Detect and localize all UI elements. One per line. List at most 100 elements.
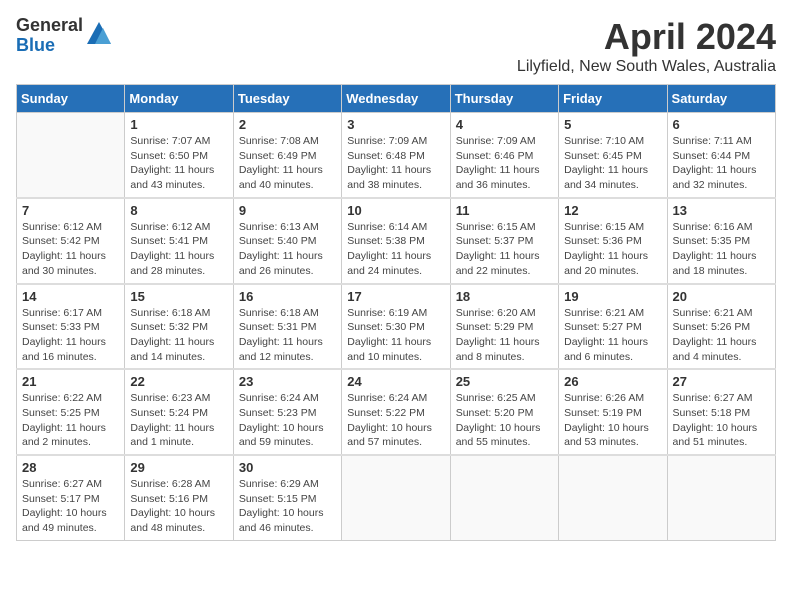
day-info: Sunrise: 6:13 AM Sunset: 5:40 PM Dayligh…: [239, 220, 336, 279]
day-number: 5: [564, 117, 661, 132]
calendar-cell: 25 Sunrise: 6:25 AM Sunset: 5:20 PM Dayli…: [450, 369, 558, 455]
calendar-cell: 16Sunrise: 6:18 AM Sunset: 5:31 PM Dayli…: [233, 284, 341, 370]
day-number: 10: [347, 203, 444, 218]
day-number: 6: [673, 117, 770, 132]
calendar-cell: 4 Sunrise: 7:09 AM Sunset: 6:46 PM Daylig…: [450, 113, 558, 198]
calendar-cell: 23 Sunrise: 6:24 AM Sunset: 5:23 PM Dayli…: [233, 369, 341, 455]
weekday-header-monday: Monday: [125, 85, 233, 113]
day-info: Sunrise: 6:20 AM Sunset: 5:29 PM Dayligh…: [456, 306, 553, 365]
weekday-header-wednesday: Wednesday: [342, 85, 450, 113]
day-info: Sunrise: 7:10 AM Sunset: 6:45 PM Dayligh…: [564, 134, 661, 193]
calendar-cell: 7 Sunrise: 6:12 AM Sunset: 5:42 PM Daylig…: [17, 198, 125, 284]
day-number: 22: [130, 374, 227, 389]
day-info: Sunrise: 6:12 AM Sunset: 5:41 PM Dayligh…: [130, 220, 227, 279]
day-number: 25: [456, 374, 553, 389]
calendar-cell: 20 Sunrise: 6:21 AM Sunset: 5:26 PM Dayli…: [667, 284, 775, 370]
day-number: 28: [22, 460, 119, 475]
day-number: 21: [22, 374, 119, 389]
calendar-cell: 30Sunrise: 6:29 AM Sunset: 5:15 PM Dayli…: [233, 455, 341, 540]
day-number: 15: [130, 289, 227, 304]
calendar-cell: 13 Sunrise: 6:16 AM Sunset: 5:35 PM Dayli…: [667, 198, 775, 284]
calendar-cell: 28 Sunrise: 6:27 AM Sunset: 5:17 PM Dayli…: [17, 455, 125, 540]
calendar-cell: 27 Sunrise: 6:27 AM Sunset: 5:18 PM Dayli…: [667, 369, 775, 455]
day-info: Sunrise: 6:21 AM Sunset: 5:27 PM Dayligh…: [564, 306, 661, 365]
day-number: 1: [130, 117, 227, 132]
day-number: 2: [239, 117, 336, 132]
day-number: 9: [239, 203, 336, 218]
calendar-cell: [342, 455, 450, 540]
day-number: 29: [130, 460, 227, 475]
day-info: Sunrise: 7:09 AM Sunset: 6:48 PM Dayligh…: [347, 134, 444, 193]
calendar-cell: 15 Sunrise: 6:18 AM Sunset: 5:32 PM Dayli…: [125, 284, 233, 370]
day-number: 17: [347, 289, 444, 304]
logo-icon: [85, 20, 113, 48]
calendar-week-row: 7 Sunrise: 6:12 AM Sunset: 5:42 PM Daylig…: [17, 198, 776, 284]
calendar-cell: 3 Sunrise: 7:09 AM Sunset: 6:48 PM Daylig…: [342, 113, 450, 198]
day-number: 18: [456, 289, 553, 304]
day-info: Sunrise: 6:17 AM Sunset: 5:33 PM Dayligh…: [22, 306, 119, 365]
day-info: Sunrise: 6:18 AM Sunset: 5:32 PM Dayligh…: [130, 306, 227, 365]
day-number: 24: [347, 374, 444, 389]
calendar-cell: 11 Sunrise: 6:15 AM Sunset: 5:37 PM Dayli…: [450, 198, 558, 284]
day-info: Sunrise: 6:12 AM Sunset: 5:42 PM Dayligh…: [22, 220, 119, 279]
day-number: 30: [239, 460, 336, 475]
day-info: Sunrise: 7:08 AM Sunset: 6:49 PM Dayligh…: [239, 134, 336, 193]
calendar-cell: [559, 455, 667, 540]
day-number: 8: [130, 203, 227, 218]
calendar-cell: 19 Sunrise: 6:21 AM Sunset: 5:27 PM Dayli…: [559, 284, 667, 370]
calendar-cell: 14Sunrise: 6:17 AM Sunset: 5:33 PM Dayli…: [17, 284, 125, 370]
day-info: Sunrise: 6:22 AM Sunset: 5:25 PM Dayligh…: [22, 391, 119, 450]
calendar-cell: 2 Sunrise: 7:08 AM Sunset: 6:49 PM Daylig…: [233, 113, 341, 198]
weekday-header-friday: Friday: [559, 85, 667, 113]
day-info: Sunrise: 7:11 AM Sunset: 6:44 PM Dayligh…: [673, 134, 770, 193]
calendar-cell: [450, 455, 558, 540]
day-info: Sunrise: 7:09 AM Sunset: 6:46 PM Dayligh…: [456, 134, 553, 193]
weekday-header-tuesday: Tuesday: [233, 85, 341, 113]
weekday-header-sunday: Sunday: [17, 85, 125, 113]
calendar-cell: 5 Sunrise: 7:10 AM Sunset: 6:45 PM Daylig…: [559, 113, 667, 198]
calendar-week-row: 14Sunrise: 6:17 AM Sunset: 5:33 PM Dayli…: [17, 284, 776, 370]
page-header: General Blue April 2024 Lilyfield, New S…: [16, 16, 776, 76]
calendar-cell: 24Sunrise: 6:24 AM Sunset: 5:22 PM Dayli…: [342, 369, 450, 455]
day-number: 27: [673, 374, 770, 389]
weekday-header-row: SundayMondayTuesdayWednesdayThursdayFrid…: [17, 85, 776, 113]
day-info: Sunrise: 6:15 AM Sunset: 5:37 PM Dayligh…: [456, 220, 553, 279]
day-info: Sunrise: 6:23 AM Sunset: 5:24 PM Dayligh…: [130, 391, 227, 450]
day-info: Sunrise: 6:27 AM Sunset: 5:18 PM Dayligh…: [673, 391, 770, 450]
weekday-header-saturday: Saturday: [667, 85, 775, 113]
calendar-cell: 26Sunrise: 6:26 AM Sunset: 5:19 PM Dayli…: [559, 369, 667, 455]
day-info: Sunrise: 6:25 AM Sunset: 5:20 PM Dayligh…: [456, 391, 553, 450]
day-number: 23: [239, 374, 336, 389]
day-info: Sunrise: 6:28 AM Sunset: 5:16 PM Dayligh…: [130, 477, 227, 536]
calendar-week-row: 21 Sunrise: 6:22 AM Sunset: 5:25 PM Dayli…: [17, 369, 776, 455]
calendar-subtitle: Lilyfield, New South Wales, Australia: [517, 58, 776, 76]
title-section: April 2024 Lilyfield, New South Wales, A…: [517, 16, 776, 76]
day-info: Sunrise: 6:21 AM Sunset: 5:26 PM Dayligh…: [673, 306, 770, 365]
day-info: Sunrise: 6:14 AM Sunset: 5:38 PM Dayligh…: [347, 220, 444, 279]
day-info: Sunrise: 6:16 AM Sunset: 5:35 PM Dayligh…: [673, 220, 770, 279]
day-info: Sunrise: 6:27 AM Sunset: 5:17 PM Dayligh…: [22, 477, 119, 536]
day-info: Sunrise: 6:26 AM Sunset: 5:19 PM Dayligh…: [564, 391, 661, 450]
day-info: Sunrise: 6:19 AM Sunset: 5:30 PM Dayligh…: [347, 306, 444, 365]
calendar-cell: 10 Sunrise: 6:14 AM Sunset: 5:38 PM Dayli…: [342, 198, 450, 284]
day-info: Sunrise: 6:15 AM Sunset: 5:36 PM Dayligh…: [564, 220, 661, 279]
day-number: 20: [673, 289, 770, 304]
day-number: 11: [456, 203, 553, 218]
calendar-week-row: 1 Sunrise: 7:07 AM Sunset: 6:50 PM Daylig…: [17, 113, 776, 198]
calendar-cell: 1 Sunrise: 7:07 AM Sunset: 6:50 PM Daylig…: [125, 113, 233, 198]
calendar-table: SundayMondayTuesdayWednesdayThursdayFrid…: [16, 84, 776, 541]
calendar-cell: 18 Sunrise: 6:20 AM Sunset: 5:29 PM Dayli…: [450, 284, 558, 370]
day-info: Sunrise: 6:24 AM Sunset: 5:23 PM Dayligh…: [239, 391, 336, 450]
day-info: Sunrise: 7:07 AM Sunset: 6:50 PM Dayligh…: [130, 134, 227, 193]
day-number: 19: [564, 289, 661, 304]
day-number: 7: [22, 203, 119, 218]
calendar-cell: [17, 113, 125, 198]
day-number: 3: [347, 117, 444, 132]
calendar-cell: 17 Sunrise: 6:19 AM Sunset: 5:30 PM Dayli…: [342, 284, 450, 370]
calendar-cell: 6 Sunrise: 7:11 AM Sunset: 6:44 PM Daylig…: [667, 113, 775, 198]
calendar-cell: 8 Sunrise: 6:12 AM Sunset: 5:41 PM Daylig…: [125, 198, 233, 284]
day-number: 4: [456, 117, 553, 132]
calendar-cell: 9 Sunrise: 6:13 AM Sunset: 5:40 PM Daylig…: [233, 198, 341, 284]
day-number: 13: [673, 203, 770, 218]
day-number: 12: [564, 203, 661, 218]
